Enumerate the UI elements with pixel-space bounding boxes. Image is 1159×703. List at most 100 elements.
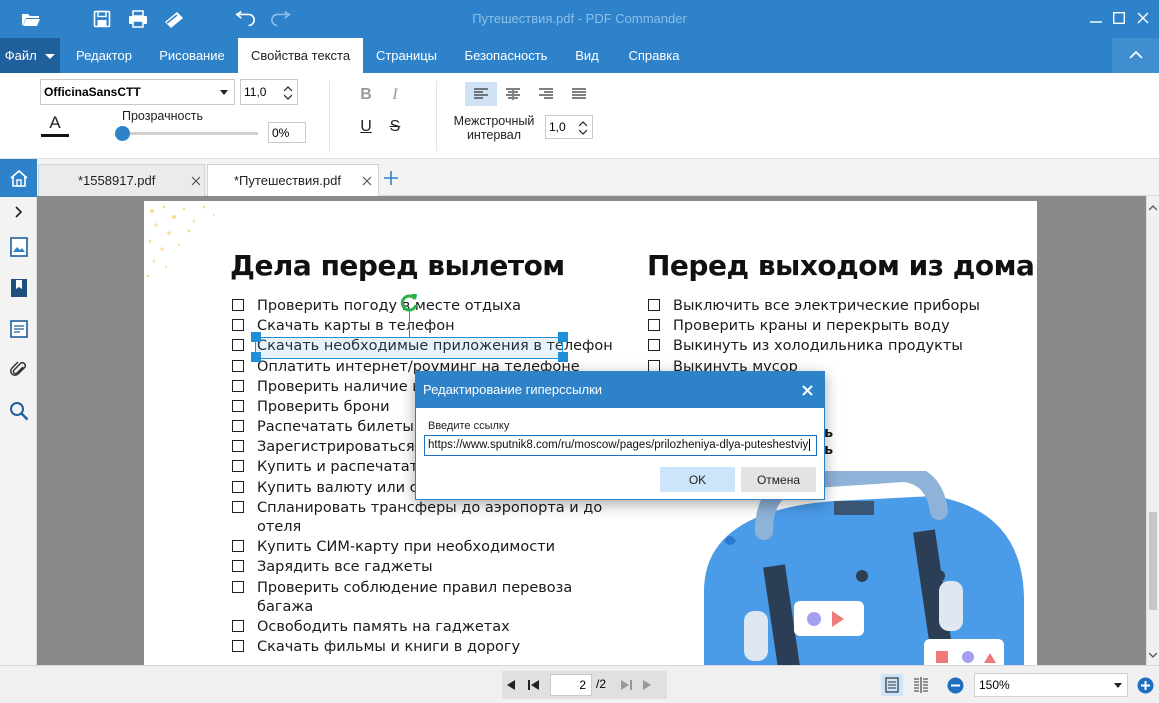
previous-page-icon[interactable] xyxy=(506,680,516,690)
ribbon-tabs: Файл Редактор Рисование Свойства текста … xyxy=(0,38,1159,73)
home-button[interactable] xyxy=(0,159,37,197)
checkbox-icon[interactable] xyxy=(232,581,244,593)
checkbox-icon[interactable] xyxy=(232,420,244,432)
print-icon[interactable] xyxy=(127,8,149,30)
align-left-button[interactable] xyxy=(465,82,497,106)
checkbox-icon[interactable] xyxy=(232,440,244,452)
bold-button[interactable]: B xyxy=(353,83,379,107)
cancel-button[interactable]: Отмена xyxy=(741,467,816,492)
tab-view[interactable]: Вид xyxy=(564,38,610,73)
chevron-down-icon xyxy=(1114,683,1122,688)
resize-handle[interactable] xyxy=(558,332,568,342)
ok-button[interactable]: OK xyxy=(660,467,735,492)
new-tab-button[interactable] xyxy=(384,171,398,188)
strikethrough-button[interactable]: S xyxy=(382,115,408,139)
resize-handle[interactable] xyxy=(251,352,261,362)
tab-security[interactable]: Безопасность xyxy=(450,38,562,73)
undo-icon[interactable] xyxy=(234,8,256,30)
redo-icon[interactable] xyxy=(270,8,292,30)
line-spacing-stepper[interactable]: 1,0 xyxy=(545,115,593,139)
close-icon[interactable] xyxy=(1131,8,1155,28)
file-menu[interactable]: Файл xyxy=(0,38,60,73)
checkbox-icon[interactable] xyxy=(232,540,244,552)
resize-handle[interactable] xyxy=(558,352,568,362)
close-icon[interactable] xyxy=(802,385,813,396)
checkbox-icon[interactable] xyxy=(232,360,244,372)
checkbox-icon[interactable] xyxy=(232,380,244,392)
next-page-icon[interactable] xyxy=(642,680,652,690)
stepper-arrows-icon[interactable] xyxy=(284,85,292,101)
scan-icon[interactable] xyxy=(163,8,185,30)
search-button[interactable] xyxy=(0,392,37,430)
font-name-select[interactable]: OfficinaSansCTT xyxy=(40,79,235,105)
vertical-scrollbar[interactable] xyxy=(1146,196,1159,665)
transparency-slider-track[interactable] xyxy=(122,132,258,135)
text-color-button[interactable]: A xyxy=(41,113,69,137)
comments-button[interactable] xyxy=(0,310,37,348)
tab-pages[interactable]: Страницы xyxy=(365,38,448,73)
thumbnails-button[interactable] xyxy=(0,228,37,266)
suitcase-illustration xyxy=(704,471,1024,665)
attachments-button[interactable] xyxy=(0,351,37,389)
zoom-value: 150% xyxy=(979,678,1010,692)
align-left-icon xyxy=(474,88,488,99)
tab-document-2[interactable]: *Путешествия.pdf xyxy=(207,164,379,196)
align-center-button[interactable] xyxy=(497,82,529,106)
checkbox-icon[interactable] xyxy=(232,560,244,572)
checkbox-icon[interactable] xyxy=(232,299,244,311)
stepper-arrows-icon[interactable] xyxy=(579,120,587,136)
checkbox-icon[interactable] xyxy=(232,620,244,632)
tab-drawing[interactable]: Рисование xyxy=(148,38,236,73)
checkbox-icon[interactable] xyxy=(232,481,244,493)
first-page-icon[interactable] xyxy=(528,680,540,690)
align-right-button[interactable] xyxy=(530,82,562,106)
checkbox-icon[interactable] xyxy=(232,400,244,412)
checkbox-icon[interactable] xyxy=(648,319,660,331)
two-page-view-button[interactable] xyxy=(910,674,932,696)
chevron-up-icon[interactable] xyxy=(1149,205,1157,211)
page-number-input[interactable]: 2 xyxy=(550,674,592,696)
last-page-icon[interactable] xyxy=(620,680,632,690)
list-item-text: Распечатать билеты xyxy=(257,419,414,435)
checkbox-icon[interactable] xyxy=(648,299,660,311)
tab-editor[interactable]: Редактор xyxy=(62,38,146,73)
bookmarks-button[interactable] xyxy=(0,269,37,307)
tab-help[interactable]: Справка xyxy=(612,38,696,73)
maximize-icon[interactable] xyxy=(1107,8,1131,28)
underline-button[interactable]: U xyxy=(353,115,379,139)
checkbox-icon[interactable] xyxy=(232,319,244,331)
left-heading: Дела перед вылетом xyxy=(230,249,565,282)
chevron-down-icon[interactable] xyxy=(1149,652,1157,658)
url-input[interactable]: https://www.sputnik8.com/ru/moscow/pages… xyxy=(424,435,817,456)
italic-button[interactable]: I xyxy=(382,83,408,107)
comment-icon xyxy=(9,320,28,338)
checkbox-icon[interactable] xyxy=(232,460,244,472)
collapse-ribbon-button[interactable] xyxy=(1112,38,1159,73)
zoom-out-icon[interactable] xyxy=(947,677,964,694)
transparency-input[interactable]: 0% xyxy=(268,122,306,143)
transparency-slider-handle[interactable] xyxy=(115,126,130,141)
close-icon[interactable] xyxy=(362,176,372,186)
close-icon[interactable] xyxy=(191,176,201,186)
list-item-text: Выкинуть из холодильника продукты xyxy=(673,338,963,354)
expand-panel-button[interactable] xyxy=(0,197,37,227)
tab-document-1[interactable]: *1558917.pdf xyxy=(38,164,205,196)
font-size-stepper[interactable]: 11,0 xyxy=(240,79,298,105)
scrollbar-thumb[interactable] xyxy=(1149,512,1157,610)
minimize-icon[interactable] xyxy=(1084,8,1108,28)
zoom-select[interactable]: 150% xyxy=(974,673,1128,697)
bookmark-icon xyxy=(10,279,27,297)
checkbox-icon[interactable] xyxy=(232,339,244,351)
checkbox-icon[interactable] xyxy=(648,339,660,351)
align-justify-button[interactable] xyxy=(563,82,595,106)
save-icon[interactable] xyxy=(91,8,113,30)
resize-handle[interactable] xyxy=(251,332,261,342)
text-selection-box[interactable] xyxy=(255,337,563,359)
zoom-in-icon[interactable] xyxy=(1137,677,1154,694)
open-folder-icon[interactable] xyxy=(20,8,42,30)
checkbox-icon[interactable] xyxy=(232,640,244,652)
tab-text-properties[interactable]: Свойства текста xyxy=(238,38,363,73)
checkbox-icon[interactable] xyxy=(232,501,244,513)
single-page-view-button[interactable] xyxy=(881,674,903,696)
rotate-icon[interactable] xyxy=(398,291,420,313)
